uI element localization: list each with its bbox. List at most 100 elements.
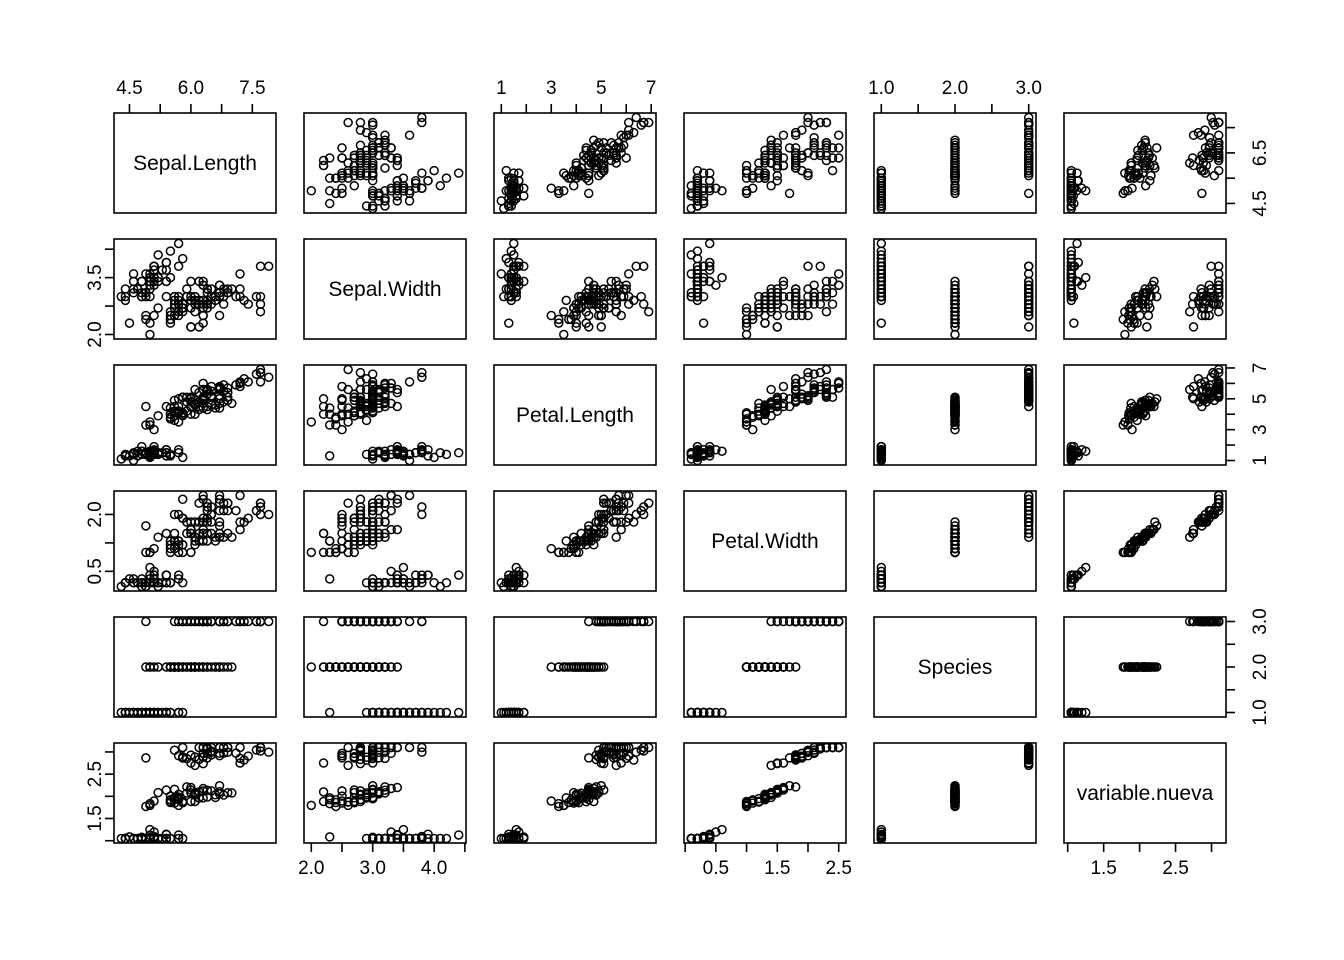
diagonal-panel-sepal-width: Sepal.Width — [303, 238, 467, 340]
data-point — [803, 112, 813, 123]
diagonal-panel-petal-length: Petal.Length — [493, 364, 657, 466]
data-point — [596, 322, 606, 332]
data-point — [145, 329, 155, 340]
data-points — [686, 112, 844, 214]
data-point — [546, 796, 557, 806]
data-point — [784, 188, 795, 199]
scatter-panel-r1-c3 — [683, 238, 847, 340]
axis-tick-label: 2.0 — [85, 321, 106, 347]
data-point — [876, 238, 887, 249]
data-point — [153, 411, 163, 421]
pairs-plot-figure: Sepal.Length Sepal.Width Petal.Length Petal… — [0, 0, 1344, 960]
data-point — [398, 562, 409, 573]
data-point — [318, 758, 329, 768]
scatter-panel-r0-c1 — [303, 112, 467, 214]
data-point — [169, 745, 180, 755]
data-point — [1209, 170, 1220, 181]
data-point — [417, 616, 427, 627]
data-point — [1023, 188, 1034, 199]
data-points — [116, 616, 274, 718]
axis-tick-label: 3.0 — [360, 858, 386, 879]
data-point — [404, 490, 415, 501]
data-point — [496, 269, 507, 279]
data-point — [214, 310, 225, 321]
data-point — [153, 250, 163, 260]
data-points — [876, 364, 1034, 466]
data-point — [404, 377, 415, 387]
axis-tick-label: 1 — [496, 78, 507, 99]
data-point — [766, 384, 776, 395]
scatter-panel-r5-c0 — [113, 742, 277, 844]
axis-tick-label: 2.5 — [1162, 858, 1188, 879]
x-axis-species: 1.0 2.0 3.0 — [868, 78, 1042, 113]
axis-tick-label: 3 — [1250, 424, 1271, 435]
data-point — [306, 547, 317, 558]
data-point — [504, 318, 514, 328]
data-point — [760, 318, 770, 328]
axis-tick-label: 5 — [1250, 394, 1271, 405]
axis-tick-label: 2.5 — [85, 761, 106, 787]
data-point — [1081, 272, 1091, 283]
data-point — [343, 117, 353, 128]
scatterplot-matrix-svg: Sepal.Length Sepal.Width Petal.Length Petal… — [85, 78, 1271, 879]
scatter-panel-r1-c5 — [1063, 238, 1227, 340]
data-point — [1213, 165, 1224, 176]
scatter-panel-r1-c4 — [873, 238, 1037, 340]
data-points — [496, 238, 654, 340]
data-point — [1142, 322, 1152, 332]
data-point — [1023, 322, 1034, 332]
variable-name-label: Sepal.Width — [328, 278, 441, 301]
data-point — [417, 502, 427, 512]
data-point — [441, 173, 452, 183]
data-point — [1213, 307, 1224, 317]
data-point — [255, 377, 266, 387]
data-point — [263, 261, 274, 271]
data-points — [1066, 490, 1224, 592]
data-points — [1066, 364, 1224, 466]
data-point — [255, 307, 266, 317]
scatter-panel-r3-c4 — [873, 490, 1037, 592]
axis-tick-label: 7 — [646, 78, 657, 99]
data-point — [182, 284, 192, 294]
data-point — [380, 163, 390, 173]
data-point — [141, 521, 151, 531]
data-point — [833, 280, 844, 290]
data-point — [554, 547, 564, 558]
data-point — [453, 707, 464, 718]
axis-tick-label: 4.0 — [421, 858, 447, 879]
axis-tick-label: 3.5 — [85, 264, 106, 290]
axis-tick-label: 0.5 — [85, 558, 106, 584]
diagonal-panel-petal-width: Petal.Width — [683, 490, 847, 592]
data-point — [386, 505, 396, 516]
data-point — [177, 253, 188, 264]
data-point — [343, 364, 353, 375]
scatter-panel-r1-c2 — [493, 238, 657, 340]
data-point — [561, 295, 571, 306]
data-point — [1023, 261, 1034, 271]
data-point — [546, 310, 557, 321]
data-point — [772, 175, 783, 186]
data-point — [559, 307, 569, 317]
data-points — [496, 490, 654, 592]
data-point — [161, 570, 172, 580]
data-point — [809, 280, 819, 290]
data-point — [173, 261, 184, 271]
data-point — [583, 188, 594, 199]
data-point — [1143, 310, 1154, 321]
scatter-panel-r2-c3 — [683, 364, 847, 466]
y-axis-petal-length: 1357 — [1226, 363, 1271, 466]
scatter-panel-r4-c3 — [683, 616, 847, 718]
axis-tick-label: 1.0 — [868, 78, 894, 99]
scatter-panel-r5-c2 — [493, 742, 657, 844]
axis-tick-label: 7 — [1250, 363, 1271, 374]
diagonal-panel-sepal-length: Sepal.Length — [113, 112, 277, 214]
diagonal-panel-species: Species — [873, 616, 1037, 718]
data-point — [355, 367, 366, 378]
data-points — [1066, 616, 1224, 718]
data-point — [803, 261, 813, 271]
data-point — [186, 322, 196, 332]
scatter-panel-r1-c0 — [113, 238, 277, 340]
data-point — [404, 616, 415, 627]
data-point — [337, 153, 347, 163]
scatter-panel-r2-c0 — [113, 364, 277, 466]
